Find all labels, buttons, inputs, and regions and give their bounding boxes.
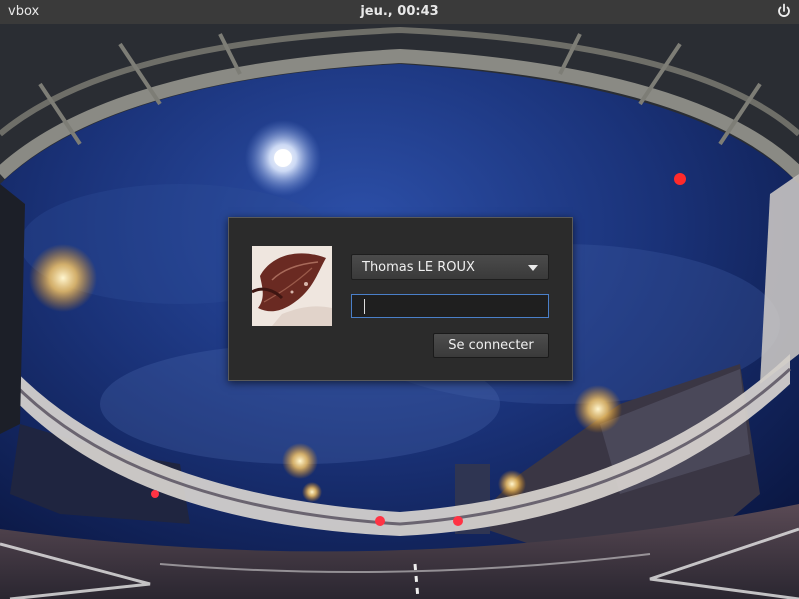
text-cursor [364, 299, 365, 314]
password-field[interactable] [351, 294, 549, 318]
login-dialog: Thomas LE ROUX Se connecter [228, 217, 573, 381]
power-icon[interactable] [775, 2, 793, 20]
clock-label[interactable]: jeu., 00:43 [0, 4, 799, 19]
top-panel: vbox jeu., 00:43 [0, 0, 799, 24]
user-select-dropdown[interactable]: Thomas LE ROUX [351, 254, 549, 280]
autumn-leaf-avatar-icon [252, 246, 332, 326]
selected-user-label: Thomas LE ROUX [362, 260, 475, 275]
chevron-down-icon [528, 265, 538, 271]
user-avatar [252, 246, 332, 326]
login-button[interactable]: Se connecter [433, 333, 549, 358]
